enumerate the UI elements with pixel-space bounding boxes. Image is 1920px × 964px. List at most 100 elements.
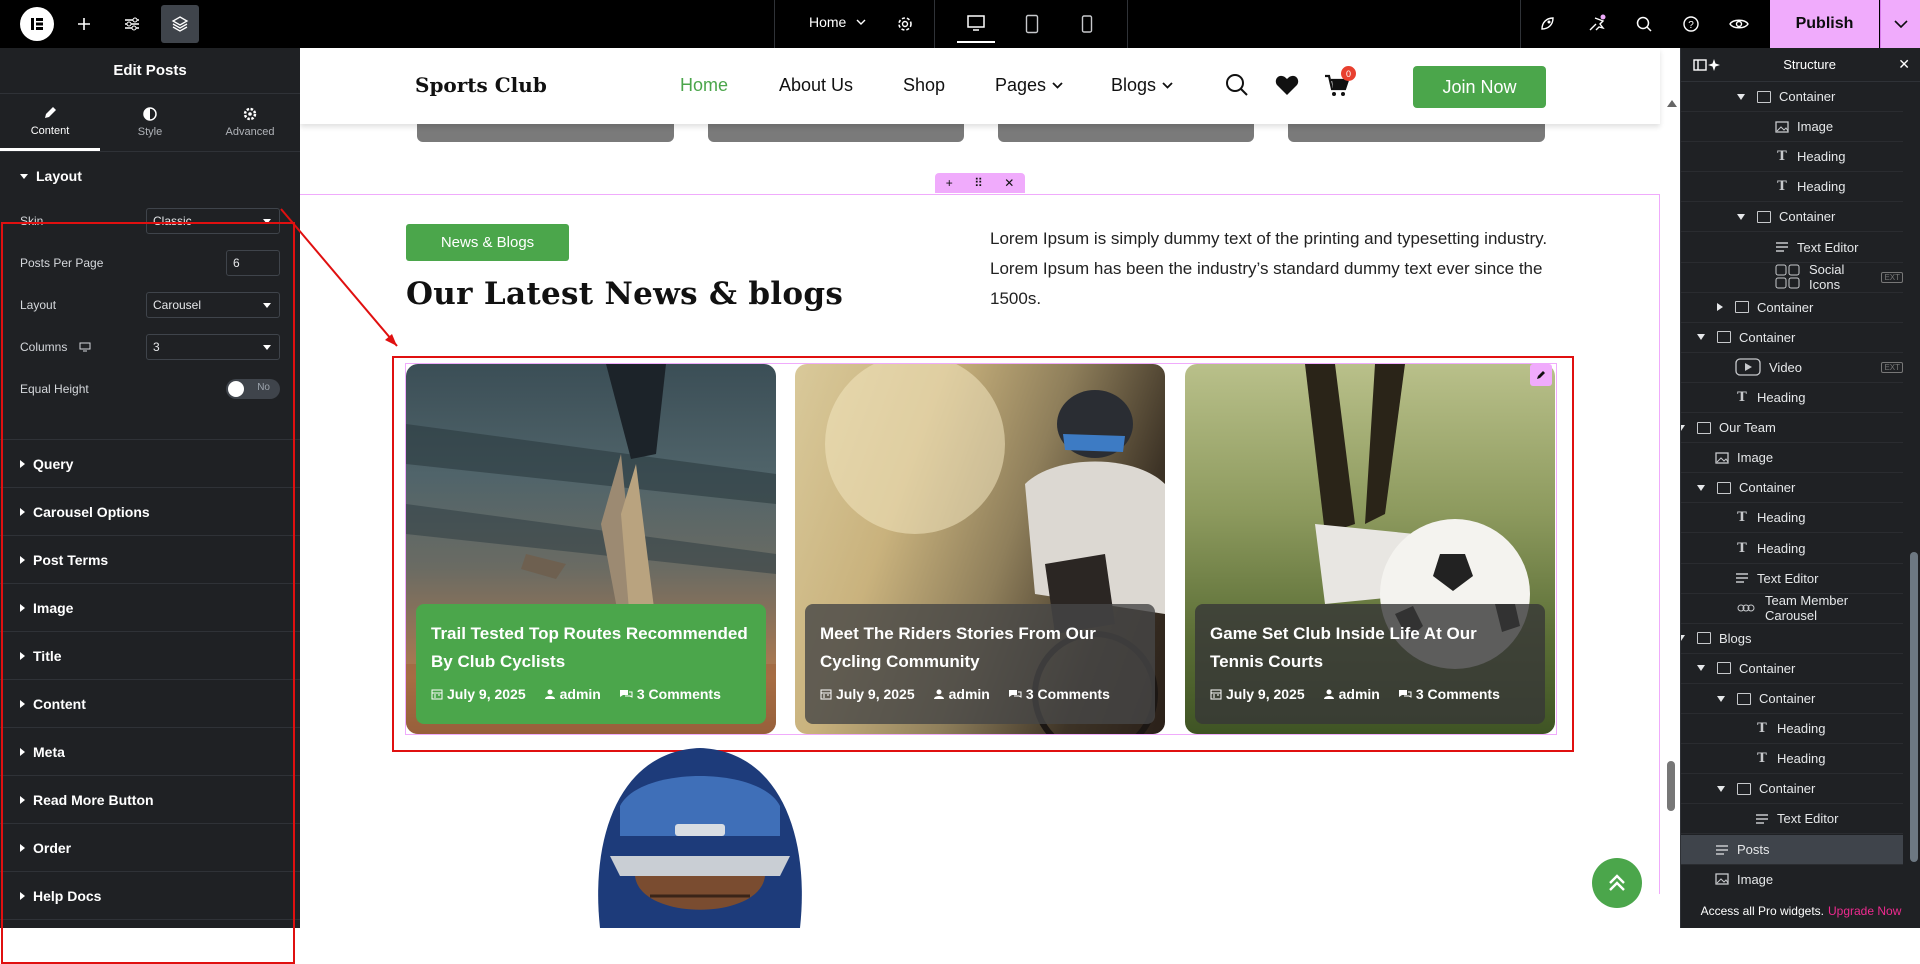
post-title[interactable]: Game Set Club Inside Life At Our Tennis … <box>1210 620 1530 676</box>
structure-node-image[interactable]: Image <box>1681 112 1903 143</box>
sparkle-icon[interactable] <box>1707 58 1721 72</box>
page-settings-gear-icon[interactable] <box>886 5 924 43</box>
mobile-view-icon[interactable] <box>1068 5 1106 43</box>
section-query[interactable]: Query <box>0 440 300 488</box>
publish-button[interactable]: Publish <box>1770 0 1879 48</box>
structure-node-our-team[interactable]: Our Team <box>1681 413 1903 444</box>
site-brand[interactable]: Sports Club <box>415 73 547 97</box>
structure-node-video[interactable]: Video EXT <box>1681 353 1903 383</box>
structure-node-text-editor[interactable]: Text Editor <box>1681 804 1903 835</box>
posts-per-page-input[interactable]: 6 <box>226 250 280 276</box>
scroll-to-top-button[interactable] <box>1592 858 1642 908</box>
tablet-view-icon[interactable] <box>1013 5 1051 43</box>
structure-node-heading[interactable]: T Heading <box>1681 172 1903 203</box>
whats-new-icon[interactable] <box>1578 5 1616 43</box>
add-element-icon[interactable] <box>65 5 103 43</box>
nav-home[interactable]: Home <box>680 75 728 96</box>
expand-caret-icon[interactable] <box>1717 695 1725 702</box>
join-now-button[interactable]: Join Now <box>1413 66 1546 108</box>
section-content[interactable]: Content <box>0 680 300 728</box>
expand-caret-icon[interactable] <box>1681 424 1685 431</box>
drag-handle-icon[interactable]: ⠿ <box>974 176 983 190</box>
structure-node-text-editor[interactable]: Text Editor <box>1681 233 1903 263</box>
structure-node-heading[interactable]: T Heading <box>1681 534 1903 564</box>
structure-scrollbar[interactable] <box>1910 552 1918 862</box>
section-post-terms[interactable]: Post Terms <box>0 536 300 584</box>
structure-node-heading[interactable]: T Heading <box>1681 503 1903 534</box>
section-carousel-options[interactable]: Carousel Options <box>0 488 300 536</box>
canvas-scrollbar[interactable] <box>1662 96 1680 928</box>
edit-widget-pencil-icon[interactable] <box>1530 364 1552 386</box>
news-blogs-badge[interactable]: News & Blogs <box>406 224 569 261</box>
dock-panel-icon[interactable] <box>1693 58 1707 71</box>
structure-node-container[interactable]: Container <box>1681 473 1903 504</box>
expand-caret-icon[interactable] <box>1681 635 1685 642</box>
section-title[interactable]: Title <box>0 632 300 680</box>
structure-node-image[interactable]: Image <box>1681 865 1903 894</box>
expand-caret-icon[interactable] <box>1717 785 1725 792</box>
structure-node-container[interactable]: Container <box>1681 684 1903 714</box>
elementor-logo-icon[interactable] <box>20 7 54 41</box>
expand-caret-icon[interactable] <box>1737 93 1745 100</box>
section-meta[interactable]: Meta <box>0 728 300 776</box>
search-icon[interactable] <box>1625 5 1663 43</box>
nav-blogs[interactable]: Blogs <box>1111 75 1173 96</box>
page-selector[interactable]: Home <box>809 14 866 30</box>
nav-pages[interactable]: Pages <box>995 75 1063 96</box>
expand-caret-icon[interactable] <box>1697 484 1705 491</box>
structure-node-posts[interactable]: Posts <box>1681 834 1903 865</box>
skin-select[interactable]: Classic <box>146 208 280 234</box>
structure-node-container[interactable]: Container <box>1681 82 1903 112</box>
structure-node-heading[interactable]: T Heading <box>1681 383 1903 413</box>
desktop-view-icon[interactable] <box>957 5 995 43</box>
tab-style[interactable]: Style <box>100 94 200 151</box>
wishlist-heart-icon[interactable] <box>1275 74 1299 96</box>
section-help-docs[interactable]: Help Docs <box>0 872 300 920</box>
tab-advanced[interactable]: Advanced <box>200 94 300 151</box>
expand-caret-icon[interactable] <box>1697 665 1705 672</box>
site-settings-icon[interactable] <box>113 5 151 43</box>
structure-node-container[interactable]: Container <box>1681 293 1903 323</box>
expand-caret-icon[interactable] <box>1697 334 1705 341</box>
structure-node-blogs[interactable]: Blogs <box>1681 624 1903 654</box>
launchpad-rocket-icon[interactable] <box>1528 5 1566 43</box>
tab-content[interactable]: Content <box>0 94 100 151</box>
structure-layers-icon[interactable] <box>161 5 199 43</box>
post-card[interactable]: Trail Tested Top Routes Recommended By C… <box>406 364 776 734</box>
expand-caret-icon[interactable] <box>1737 213 1745 220</box>
layout-select[interactable]: Carousel <box>146 292 280 318</box>
help-icon[interactable]: ? <box>1672 5 1710 43</box>
collapsed-caret-icon[interactable] <box>1717 303 1723 312</box>
close-icon[interactable]: ✕ <box>1898 56 1910 73</box>
preview-eye-icon[interactable] <box>1720 5 1758 43</box>
structure-node-heading[interactable]: T Heading <box>1681 744 1903 775</box>
desktop-responsive-icon[interactable] <box>79 342 91 352</box>
structure-node-container[interactable]: Container <box>1681 202 1903 233</box>
structure-node-text-editor[interactable]: Text Editor <box>1681 564 1903 594</box>
structure-node-social-icons[interactable]: Social Icons EXT <box>1681 262 1903 293</box>
section-image[interactable]: Image <box>0 584 300 632</box>
structure-node-heading[interactable]: T Heading <box>1681 714 1903 745</box>
close-icon[interactable]: ✕ <box>1004 176 1014 190</box>
structure-node-image[interactable]: Image <box>1681 443 1903 474</box>
structure-node-container[interactable]: Container <box>1681 774 1903 805</box>
structure-node-container[interactable]: Container <box>1681 654 1903 684</box>
post-card[interactable]: Meet The Riders Stories From Our Cycling… <box>795 364 1165 734</box>
add-section-icon[interactable]: + <box>946 176 953 190</box>
structure-node-heading[interactable]: T Heading <box>1681 142 1903 173</box>
upgrade-link[interactable]: Upgrade Now <box>1828 904 1901 918</box>
section-read-more-button[interactable]: Read More Button <box>0 776 300 824</box>
structure-node-team-member-carousel[interactable]: Team Member Carousel <box>1681 593 1903 624</box>
publish-options-chevron-icon[interactable] <box>1880 0 1920 48</box>
nav-about-us[interactable]: About Us <box>779 75 853 96</box>
section-order[interactable]: Order <box>0 824 300 872</box>
post-title[interactable]: Meet The Riders Stories From Our Cycling… <box>820 620 1140 676</box>
search-icon[interactable] <box>1225 73 1249 97</box>
equal-height-toggle[interactable]: No <box>226 379 280 399</box>
post-card[interactable]: Game Set Club Inside Life At Our Tennis … <box>1185 364 1555 734</box>
nav-shop[interactable]: Shop <box>903 75 945 96</box>
columns-select[interactable]: 3 <box>146 334 280 360</box>
section-layout[interactable]: Layout <box>0 152 300 200</box>
structure-node-container[interactable]: Container <box>1681 323 1903 353</box>
post-title[interactable]: Trail Tested Top Routes Recommended By C… <box>431 620 751 676</box>
